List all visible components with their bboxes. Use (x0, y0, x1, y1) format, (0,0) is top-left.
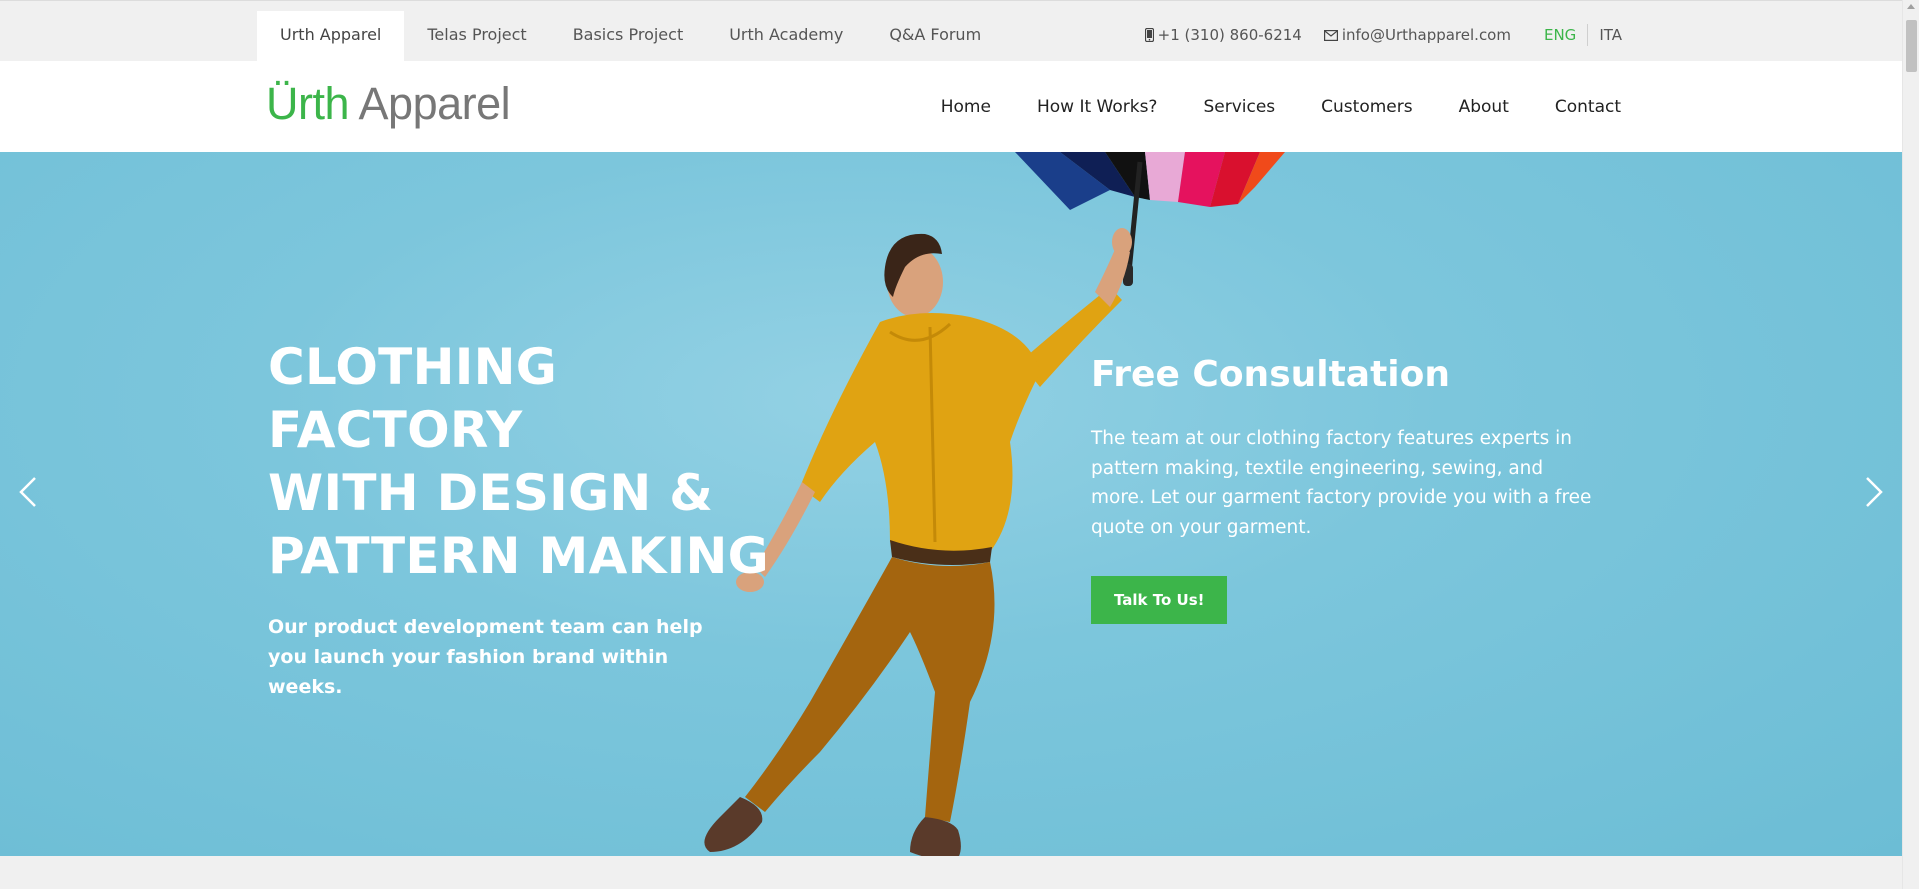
hero-headline-block: CLOTHING FACTORY WITH DESIGN & PATTERN M… (268, 336, 808, 702)
consultation-title: Free Consultation (1091, 354, 1450, 395)
phone-number: +1 (310) 860-6214 (1157, 26, 1302, 44)
top-contact-bar: +1 (310) 860-6214 info@Urthapparel.com E… (1144, 11, 1633, 59)
tab-qa-forum[interactable]: Q&A Forum (866, 11, 1004, 62)
next-section-edge (0, 856, 1902, 889)
envelope-icon (1323, 29, 1338, 41)
nav-how-it-works[interactable]: How It Works? (1037, 97, 1158, 117)
scroll-up-arrow-icon[interactable] (1907, 4, 1915, 9)
phone-link[interactable]: +1 (310) 860-6214 (1144, 26, 1302, 44)
phone-icon (1144, 28, 1154, 42)
chevron-right-icon (1866, 477, 1883, 507)
hero-title-line-3: PATTERN MAKING (268, 527, 770, 585)
tab-telas-project[interactable]: Telas Project (404, 11, 549, 62)
consultation-text: The team at our clothing factory feature… (1091, 428, 1592, 538)
consultation-block: Free Consultation The team at our clothi… (1091, 352, 1611, 624)
site-tabs: Urth Apparel Telas Project Basics Projec… (257, 11, 1004, 62)
logo-urth: Ürth (266, 78, 350, 129)
nav-contact[interactable]: Contact (1555, 97, 1621, 117)
page: Urth Apparel Telas Project Basics Projec… (0, 0, 1902, 889)
tab-urth-apparel[interactable]: Urth Apparel (257, 11, 405, 62)
lang-ita[interactable]: ITA (1588, 26, 1633, 44)
top-bar: Urth Apparel Telas Project Basics Projec… (0, 0, 1902, 62)
slider-prev-button[interactable] (8, 462, 48, 522)
tab-basics-project[interactable]: Basics Project (550, 11, 707, 62)
logo-apparel: Apparel (358, 78, 511, 129)
lang-eng[interactable]: ENG (1533, 26, 1587, 44)
talk-to-us-button[interactable]: Talk To Us! (1091, 576, 1228, 624)
nav-customers[interactable]: Customers (1321, 97, 1412, 117)
hero-slider: CLOTHING FACTORY WITH DESIGN & PATTERN M… (0, 152, 1902, 856)
email-link[interactable]: info@Urthapparel.com (1323, 26, 1511, 44)
nav-home[interactable]: Home (941, 97, 991, 117)
email-address: info@Urthapparel.com (1341, 26, 1511, 44)
chevron-left-icon (19, 477, 36, 507)
hero-title: CLOTHING FACTORY WITH DESIGN & PATTERN M… (268, 336, 808, 588)
tab-urth-academy[interactable]: Urth Academy (706, 11, 866, 62)
nav-about[interactable]: About (1459, 97, 1509, 117)
logo[interactable]: Ürth Apparel (266, 78, 511, 129)
hero-title-line-1: CLOTHING FACTORY (268, 338, 558, 459)
page-scrollbar[interactable] (1902, 0, 1919, 889)
hero-title-line-2: WITH DESIGN & (268, 464, 714, 522)
site-header: Ürth Apparel Home How It Works? Services… (0, 61, 1902, 152)
scrollbar-thumb[interactable] (1906, 20, 1917, 72)
nav-services[interactable]: Services (1203, 97, 1275, 117)
hero-subtitle: Our product development team can help yo… (268, 616, 703, 698)
slider-next-button[interactable] (1854, 462, 1894, 522)
main-nav: Home How It Works? Services Customers Ab… (895, 61, 1621, 152)
